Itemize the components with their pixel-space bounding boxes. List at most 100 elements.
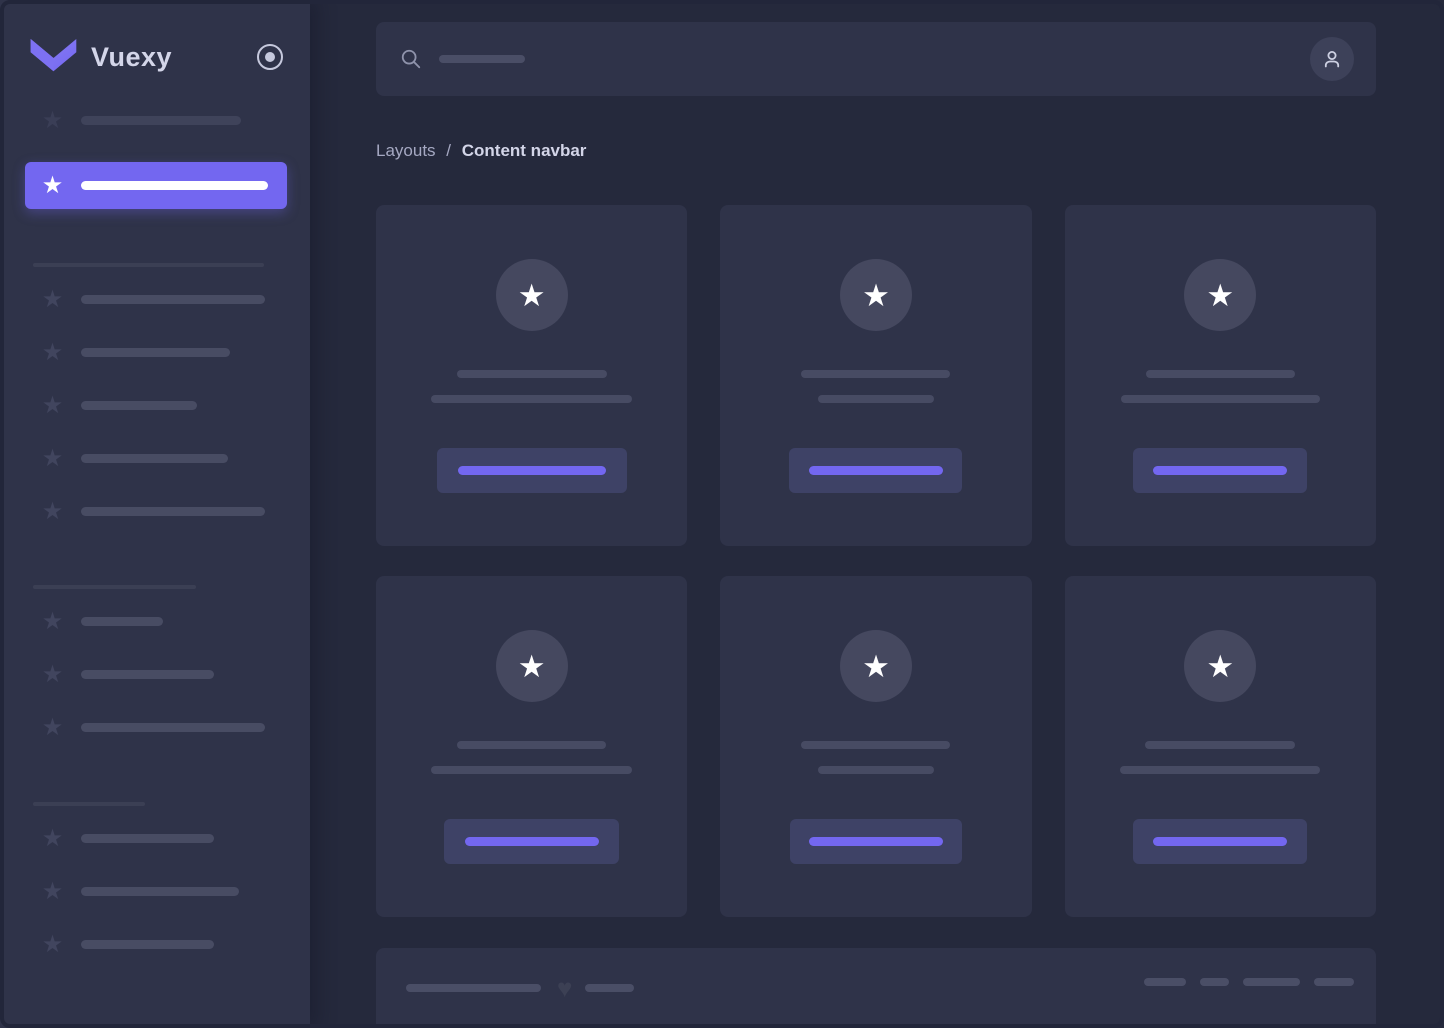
star-icon: ★ — [40, 288, 65, 312]
star-icon: ★ — [862, 280, 890, 311]
section-divider — [33, 802, 145, 806]
placeholder-bar — [81, 454, 228, 463]
card: ★ — [1065, 576, 1376, 917]
star-icon: ★ — [40, 341, 65, 365]
star-icon: ★ — [40, 174, 65, 198]
placeholder-line — [457, 370, 607, 378]
footer-link-bar[interactable] — [1243, 978, 1300, 986]
card-action-button[interactable] — [437, 448, 627, 493]
radio-circle-icon[interactable] — [257, 44, 283, 70]
star-icon: ★ — [40, 610, 65, 634]
star-icon: ★ — [40, 394, 65, 418]
card: ★ — [376, 205, 687, 546]
button-label-bar — [465, 837, 599, 846]
placeholder-bar — [406, 984, 541, 992]
sidebar-item[interactable]: ★ — [0, 485, 310, 538]
breadcrumb-parent[interactable]: Layouts — [376, 141, 436, 160]
card-action-button[interactable] — [1133, 819, 1307, 864]
placeholder-line — [818, 395, 934, 403]
breadcrumb: Layouts / Content navbar — [376, 141, 1376, 161]
footer-link-bar[interactable] — [1200, 978, 1229, 986]
section-divider — [33, 585, 196, 589]
sidebar-item[interactable]: ★ — [0, 648, 310, 701]
card: ★ — [1065, 205, 1376, 546]
breadcrumb-separator: / — [446, 141, 451, 160]
star-icon: ★ — [40, 716, 65, 740]
sidebar-item[interactable]: ★ — [0, 326, 310, 379]
card-avatar-circle: ★ — [840, 259, 912, 331]
footer-link-bar[interactable] — [1144, 978, 1186, 986]
placeholder-bar — [81, 940, 214, 949]
card: ★ — [376, 576, 687, 917]
placeholder-line — [1146, 370, 1295, 378]
heart-icon: ♥ — [557, 978, 572, 998]
app-title: Vuexy — [91, 42, 172, 73]
placeholder-line — [1120, 766, 1320, 774]
card-action-button[interactable] — [1133, 448, 1307, 493]
button-label-bar — [809, 837, 943, 846]
placeholder-line — [457, 741, 606, 749]
sidebar-item[interactable]: ★ — [0, 701, 310, 754]
star-icon: ★ — [40, 827, 65, 851]
sidebar-section: ★ ★ ★ — [0, 812, 310, 971]
card-action-button[interactable] — [790, 819, 962, 864]
page-footer: ♥ — [376, 948, 1376, 1028]
sidebar-section: ★ ★ ★ ★ ★ — [0, 273, 310, 538]
star-icon: ★ — [518, 651, 546, 682]
star-icon: ★ — [40, 663, 65, 687]
placeholder-bar — [81, 348, 230, 357]
star-icon: ★ — [1206, 280, 1234, 311]
sidebar-item[interactable]: ★ — [0, 273, 310, 326]
card-avatar-circle: ★ — [1184, 630, 1256, 702]
sidebar-section: ★ ★ ★ — [0, 595, 310, 754]
search-icon — [400, 48, 422, 70]
placeholder-bar — [81, 617, 163, 626]
placeholder-bar — [585, 984, 634, 992]
user-icon — [1320, 47, 1344, 71]
sidebar-item[interactable]: ★ — [0, 94, 310, 147]
card-action-button[interactable] — [444, 819, 619, 864]
sidebar-item[interactable]: ★ — [0, 595, 310, 648]
sidebar-item[interactable]: ★ — [0, 379, 310, 432]
star-icon: ★ — [518, 280, 546, 311]
button-label-bar — [1153, 466, 1287, 475]
top-navbar — [376, 22, 1376, 96]
sidebar-item[interactable]: ★ — [0, 865, 310, 918]
breadcrumb-current: Content navbar — [462, 141, 587, 160]
star-icon: ★ — [40, 109, 65, 133]
footer-left: ♥ — [406, 978, 634, 998]
button-label-bar — [809, 466, 943, 475]
placeholder-line — [1145, 741, 1295, 749]
placeholder-bar — [81, 295, 265, 304]
search-placeholder-bar — [439, 55, 525, 63]
sidebar-item[interactable]: ★ — [0, 812, 310, 865]
sidebar-header: Vuexy — [0, 0, 310, 82]
star-icon: ★ — [1206, 651, 1234, 682]
footer-link-bar[interactable] — [1314, 978, 1354, 986]
placeholder-line — [1121, 395, 1320, 403]
sidebar-item[interactable]: ★ — [0, 432, 310, 485]
radio-dot — [265, 52, 275, 62]
card-avatar-circle: ★ — [496, 630, 568, 702]
card-avatar-circle: ★ — [496, 259, 568, 331]
card-action-button[interactable] — [789, 448, 962, 493]
star-icon: ★ — [40, 933, 65, 957]
button-label-bar — [1153, 837, 1287, 846]
user-avatar[interactable] — [1310, 37, 1354, 81]
placeholder-bar — [81, 181, 268, 190]
placeholder-line — [801, 741, 950, 749]
search-input[interactable] — [400, 48, 1310, 70]
card: ★ — [720, 576, 1031, 917]
placeholder-bar — [81, 507, 265, 516]
card: ★ — [720, 205, 1031, 546]
button-label-bar — [458, 466, 606, 475]
sidebar-item[interactable]: ★ — [0, 918, 310, 971]
card-avatar-circle: ★ — [1184, 259, 1256, 331]
vuexy-logo-icon — [30, 38, 77, 76]
placeholder-line — [431, 395, 632, 403]
placeholder-line — [431, 766, 632, 774]
sidebar: Vuexy ★ ★ ★ ★ ★ ★ ★ — [0, 0, 310, 1028]
sidebar-item-active[interactable]: ★ — [25, 162, 287, 209]
star-icon: ★ — [40, 500, 65, 524]
section-divider — [33, 263, 264, 267]
